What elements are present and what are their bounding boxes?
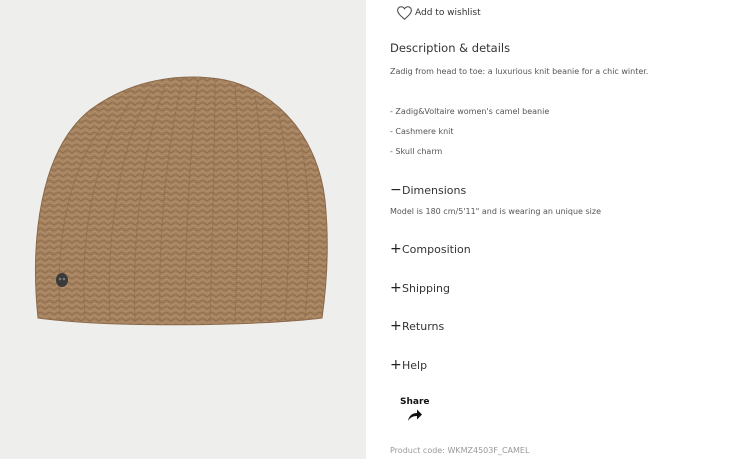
product-details-panel: Add to wishlist Description & details Za… — [390, 0, 720, 459]
accordion-returns[interactable]: + Returns — [390, 319, 444, 333]
accordion-label: Dimensions — [402, 183, 467, 197]
description-heading: Description & details — [390, 41, 511, 55]
description-bullet: - Cashmere knit — [390, 127, 454, 136]
product-image — [0, 0, 366, 459]
minus-icon: − — [390, 182, 402, 198]
skull-charm-icon — [56, 273, 68, 287]
add-to-wishlist-button[interactable]: Add to wishlist — [397, 6, 481, 20]
share-label: Share — [400, 397, 430, 407]
accordion-dimensions[interactable]: − Dimensions — [390, 183, 466, 197]
plus-icon: + — [390, 241, 402, 257]
accordion-label: Help — [402, 358, 428, 372]
description-intro: Zadig from head to toe: a luxurious knit… — [390, 67, 649, 76]
accordion-shipping[interactable]: + Shipping — [390, 281, 450, 295]
wishlist-label: Add to wishlist — [415, 8, 481, 18]
heart-icon — [397, 6, 412, 20]
accordion-label: Returns — [402, 319, 445, 333]
beanie-illustration — [35, 76, 328, 326]
accordion-label: Composition — [402, 242, 471, 256]
dimensions-text: Model is 180 cm/5'11" and is wearing an … — [390, 207, 601, 216]
product-code: Product code: WKMZ4503F_CAMEL — [390, 446, 530, 455]
accordion-label: Shipping — [402, 281, 450, 295]
description-bullet: - Skull charm — [390, 147, 443, 156]
accordion-composition[interactable]: + Composition — [390, 242, 471, 256]
description-bullet: - Zadig&Voltaire women's camel beanie — [390, 107, 550, 116]
share-button[interactable]: Share — [400, 397, 430, 426]
plus-icon: + — [390, 280, 402, 296]
plus-icon: + — [390, 318, 402, 334]
share-arrow-icon — [407, 409, 422, 421]
plus-icon: + — [390, 357, 402, 373]
accordion-help[interactable]: + Help — [390, 358, 427, 372]
